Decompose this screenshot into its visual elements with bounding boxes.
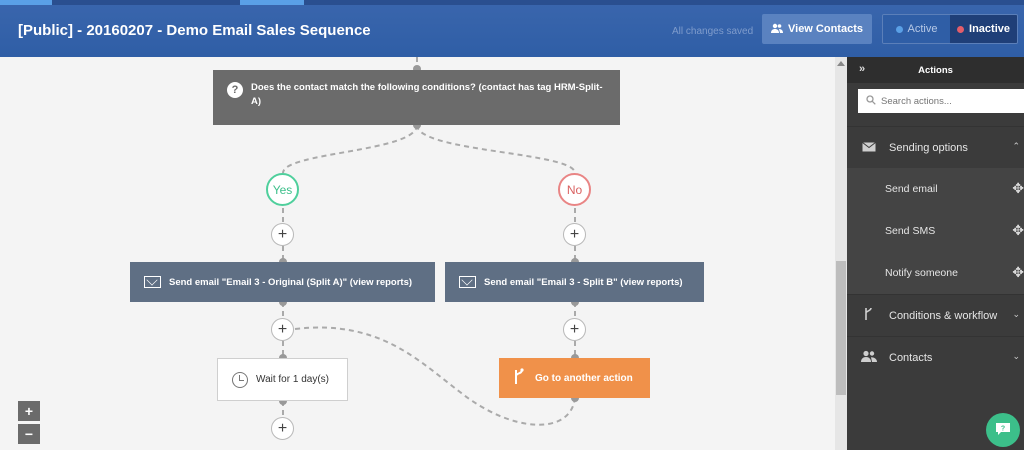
flow-canvas[interactable]: ? Does the contact match the following c… (0, 57, 835, 450)
svg-text:?: ? (1001, 425, 1005, 432)
chevron-up-icon: ⌃ (1012, 141, 1020, 151)
search-icon (866, 92, 876, 110)
collapse-sidebar-icon[interactable]: » (859, 63, 865, 75)
add-step-button[interactable]: + (563, 318, 586, 341)
branch-icon (513, 367, 525, 389)
active-dot-icon (895, 25, 903, 33)
save-status: All changes saved (672, 26, 754, 37)
sidebar-item-send-email[interactable]: Send email ✥ (847, 168, 1024, 210)
goto-action-node[interactable]: Go to another action (499, 358, 650, 398)
add-step-button[interactable]: + (563, 223, 586, 246)
send-email-node-a[interactable]: Send email "Email 3 - Original (Split A)… (130, 262, 435, 302)
status-toggle[interactable]: Active Inactive (882, 14, 1018, 44)
sidebar-item-label: Notify someone (885, 267, 958, 279)
send-email-a-label: Send email "Email 3 - Original (Split A)… (169, 276, 413, 288)
section-label: Conditions & workflow (889, 309, 998, 322)
envelope-icon (144, 276, 161, 288)
zoom-out-button[interactable]: − (18, 424, 40, 444)
status-active-option[interactable]: Active (883, 15, 950, 43)
add-step-button[interactable]: + (271, 318, 294, 341)
users-icon (861, 350, 877, 365)
search-actions-field[interactable] (858, 89, 1024, 113)
sidebar-item-send-sms[interactable]: Send SMS ✥ (847, 210, 1024, 252)
scrollbar-thumb[interactable] (836, 261, 846, 395)
chevron-down-icon: ⌄ (1012, 309, 1020, 319)
envelope-icon (861, 141, 877, 155)
condition-node[interactable]: ? Does the contact match the following c… (213, 70, 620, 125)
branch-yes[interactable]: Yes (266, 173, 299, 206)
page-title: [Public] - 20160207 - Demo Email Sales S… (18, 22, 371, 39)
add-step-button[interactable]: + (271, 417, 294, 440)
inactive-dot-icon (957, 25, 965, 33)
move-icon[interactable]: ✥ (1012, 180, 1024, 197)
top-header: [Public] - 20160207 - Demo Email Sales S… (0, 0, 1024, 57)
sidebar-header: » Actions (847, 57, 1024, 83)
status-active-label: Active (907, 23, 938, 35)
section-label: Contacts (889, 351, 933, 364)
tab-strip (0, 0, 1024, 5)
status-inactive-label: Inactive (969, 23, 1010, 35)
status-inactive-option[interactable]: Inactive (950, 15, 1017, 43)
sidebar-item-label: Send SMS (885, 225, 936, 237)
section-conditions-workflow[interactable]: Conditions & workflow ⌄ (847, 294, 1024, 336)
send-email-b-label: Send email "Email 3 - Split B" (view rep… (484, 276, 683, 288)
send-email-node-b[interactable]: Send email "Email 3 - Split B" (view rep… (445, 262, 704, 302)
actions-sidebar: » Actions Sending options ⌃ Send email ✥… (847, 57, 1024, 450)
search-actions-input[interactable] (881, 95, 1021, 107)
view-contacts-label: View Contacts (788, 23, 863, 35)
sidebar-title: Actions (918, 64, 953, 76)
branch-no[interactable]: No (558, 173, 591, 206)
clock-icon (232, 371, 248, 388)
sidebar-item-notify-someone[interactable]: Notify someone ✥ (847, 252, 1024, 294)
condition-text: Does the contact match the following con… (251, 82, 603, 107)
section-label: Sending options (889, 141, 968, 154)
wait-label: Wait for 1 day(s) (256, 374, 329, 385)
add-step-button[interactable]: + (271, 223, 294, 246)
view-contacts-button[interactable]: View Contacts (762, 14, 872, 44)
section-sending-options[interactable]: Sending options ⌃ (847, 126, 1024, 168)
envelope-icon (459, 276, 476, 288)
users-icon (771, 23, 783, 36)
chat-icon: ? (995, 422, 1011, 439)
chevron-down-icon: ⌄ (1012, 351, 1020, 361)
tab-indicator[interactable] (240, 0, 304, 5)
branch-icon (861, 307, 877, 324)
sidebar-item-label: Send email (885, 183, 938, 195)
help-chat-button[interactable]: ? (986, 413, 1020, 447)
canvas-scrollbar[interactable] (835, 57, 847, 450)
move-icon[interactable]: ✥ (1012, 264, 1024, 281)
section-contacts[interactable]: Contacts ⌄ (847, 336, 1024, 378)
move-icon[interactable]: ✥ (1012, 222, 1024, 239)
tab-indicator[interactable] (0, 0, 52, 5)
wait-node[interactable]: Wait for 1 day(s) (217, 358, 348, 401)
zoom-in-button[interactable]: + (18, 401, 40, 421)
question-icon: ? (227, 82, 243, 98)
goto-label: Go to another action (535, 372, 633, 384)
scroll-up-icon[interactable] (837, 61, 845, 66)
